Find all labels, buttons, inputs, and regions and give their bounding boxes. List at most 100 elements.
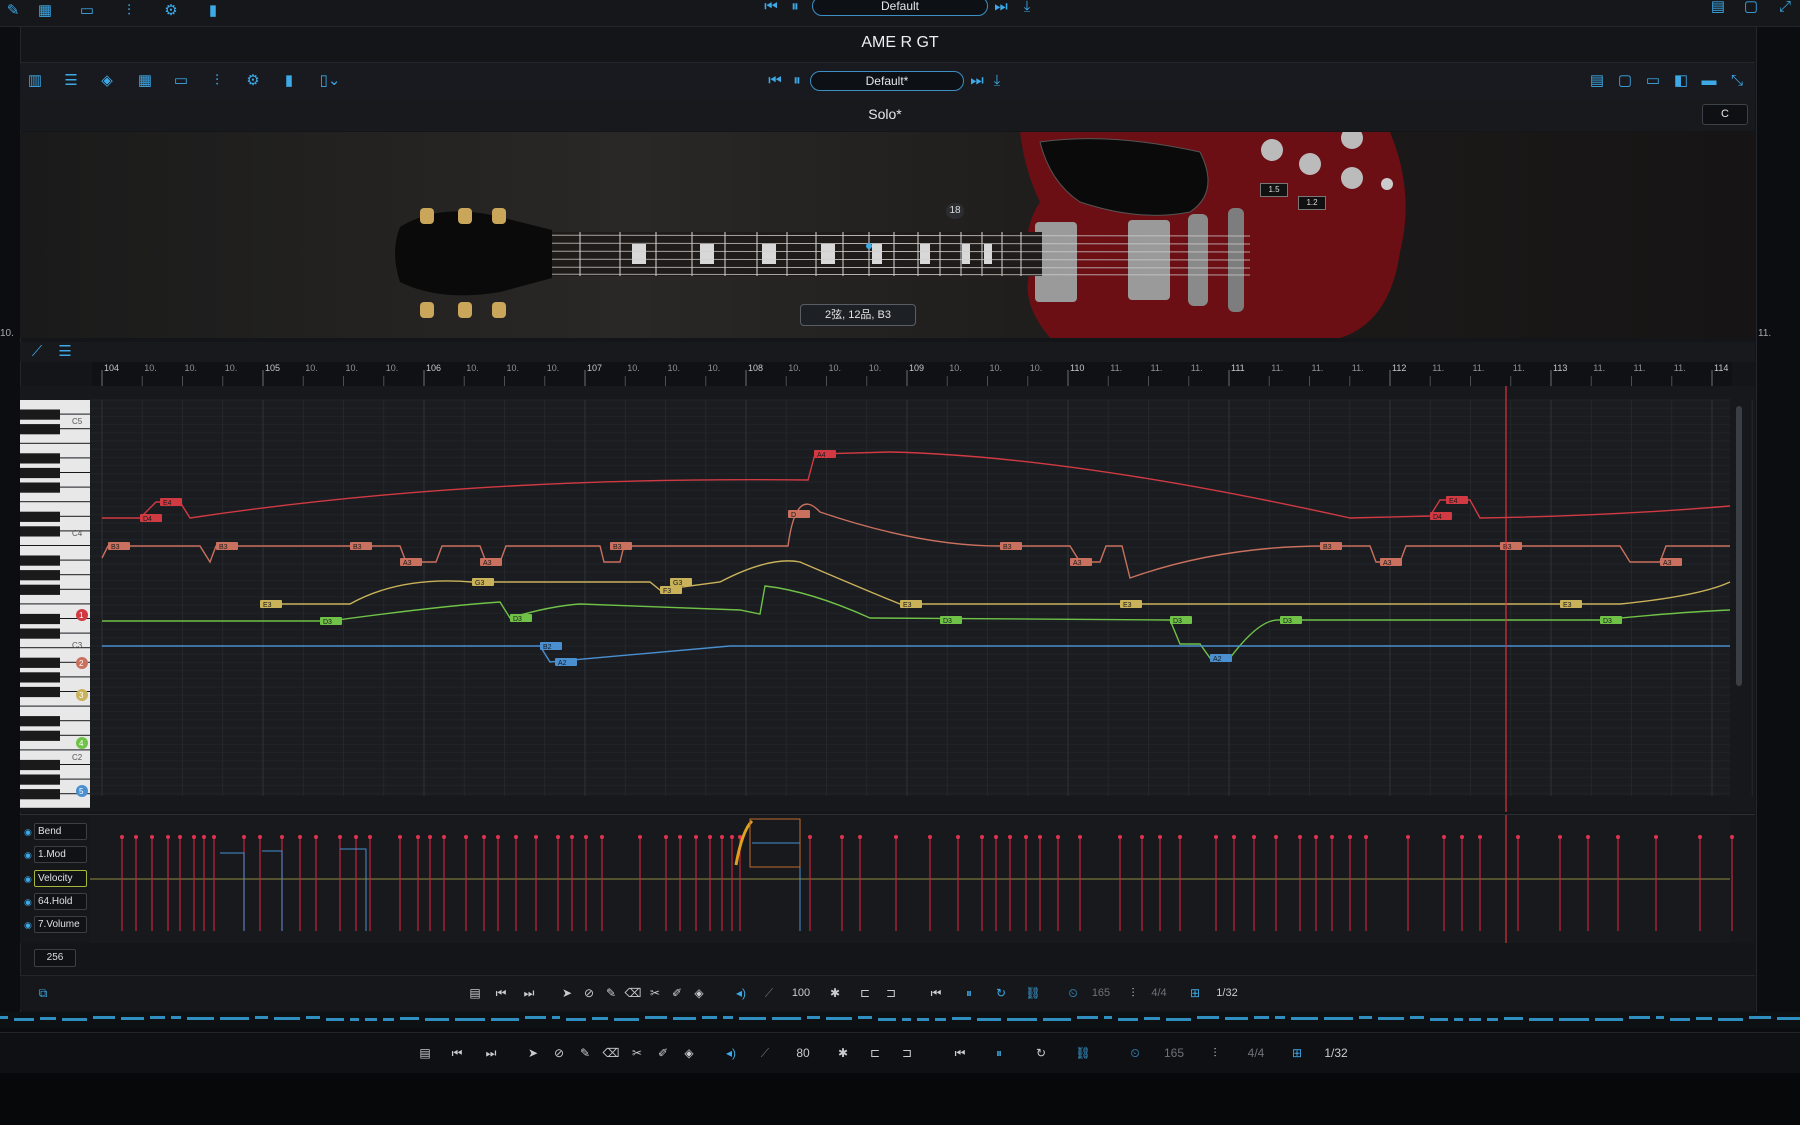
eraser-tool-icon[interactable]: ⌫ [624,983,642,1003]
host-meter-value[interactable]: 4/4 [1242,1043,1270,1063]
window-square-icon[interactable]: ▢ [1740,0,1762,18]
loop-icon[interactable]: ↻ [1032,1043,1050,1063]
host-track-overview[interactable] [0,1012,1800,1028]
patch-name[interactable]: Solo* [0,106,1770,122]
key-selector[interactable]: C [1702,104,1748,125]
align-left-icon[interactable]: ⊏ [856,983,874,1003]
doc-icon[interactable]: ▤ [414,1043,436,1063]
plugin-preset-selector[interactable]: Default* [810,71,964,91]
pause-icon[interactable]: ⏸ [784,0,806,18]
timeline-ruler[interactable]: 104 10. 10. 10. 105 10. 10. 10. 106 10. 10. 10. 107 1… [92,362,1800,386]
grid-snap-icon[interactable]: ⊞ [1186,983,1204,1003]
cc-lane-volume[interactable]: 7.Volume [34,916,87,933]
link-icon[interactable]: ⛓ [1074,1043,1092,1063]
next-preset-icon[interactable]: ⏭ [990,0,1012,18]
next-icon[interactable]: ⏭ [482,1043,500,1063]
note-grid[interactable]: D4 E4 A4 D4 E4 B3 B3 B3 A3 A3 B3 B3 A3 B3 A3 B3 A3 D G3 E3 G… [20,386,1793,812]
mute-tool-icon[interactable]: ⊘ [550,1043,568,1063]
rewind-icon[interactable]: ⏮ [926,983,946,1003]
eye-icon[interactable]: ◉ [24,921,32,930]
pause-icon[interactable]: ⏸ [786,70,808,92]
prev-preset-icon[interactable]: ⏮ [760,0,782,18]
metronome-icon[interactable]: ⏲ [1126,1043,1144,1063]
play-pause-icon[interactable]: ⏸ [960,983,978,1003]
piano-roll-icon[interactable]: ▥ [24,70,46,92]
velocity-pen-icon[interactable]: ⟋ [756,1043,774,1063]
scissors-tool-icon[interactable]: ✂ [646,983,664,1003]
pick-icon[interactable]: ◈ [96,70,118,92]
bars-dropdown-icon[interactable]: ▯⌄ [314,70,346,92]
align-left-icon[interactable]: ⊏ [866,1043,884,1063]
pencil-tool-icon[interactable]: ✎ [602,983,620,1003]
gear-icon[interactable]: ⚙ [242,70,264,92]
window-icon[interactable]: ▭ [76,0,98,22]
brush-tool-icon[interactable]: ✐ [654,1043,672,1063]
layout-square-icon[interactable]: ▢ [1614,70,1636,92]
metronome-icon[interactable]: ⏲ [1064,983,1082,1003]
quantize-value[interactable]: 1/32 [1210,983,1244,1003]
brush-tool-icon[interactable]: ✐ [668,983,686,1003]
prev-icon[interactable]: ⏮ [492,983,510,1003]
pointer-tool-icon[interactable]: ➤ [524,1043,542,1063]
layout-left-icon[interactable]: ▤ [1586,70,1608,92]
tuner-icon[interactable]: ⫶ [1206,1043,1224,1063]
layout-icon[interactable]: ▤ [1707,0,1729,18]
pick-tool-icon[interactable]: ◈ [690,983,708,1003]
list-icon[interactable]: ☰ [54,341,76,363]
cc-lane-velocity[interactable]: Velocity [34,870,87,887]
eye-icon[interactable]: ◉ [24,875,32,884]
cc-lane-bend[interactable]: Bend [34,823,87,840]
prev-icon[interactable]: ⏮ [448,1043,466,1063]
piano-keys[interactable]: C5 C4 C3 C2 1 2 3 4 5 [20,400,90,810]
host-velocity-value[interactable]: 80 [788,1043,818,1063]
speaker-icon[interactable]: ◂) [722,1043,740,1063]
cc-lane-mod[interactable]: 1.Mod [34,846,87,863]
bars-icon[interactable]: ▮ [202,0,224,22]
controller-lanes[interactable] [20,814,1755,943]
bpm-value[interactable]: 165 [1084,983,1118,1003]
grid-snap-icon[interactable]: ⊞ [1288,1043,1306,1063]
scissors-tool-icon[interactable]: ✂ [628,1043,646,1063]
mute-tool-icon[interactable]: ⊘ [580,983,598,1003]
align-right-icon[interactable]: ⊐ [898,1043,916,1063]
save-icon[interactable]: ⤓ [1016,0,1038,18]
link-icon[interactable]: ⧉ [34,983,52,1003]
pencil-tool-icon[interactable]: ✎ [576,1043,594,1063]
eraser-tool-icon[interactable]: ⌫ [602,1043,620,1063]
mixer-icon[interactable]: ⫶ [206,70,228,92]
rewind-icon[interactable]: ⏮ [950,1043,970,1063]
eye-icon[interactable]: ◉ [24,851,32,860]
host-preset-selector[interactable]: Default [812,0,988,16]
window-icon[interactable]: ▭ [170,70,192,92]
pin-icon[interactable]: ✱ [826,983,844,1003]
eye-icon[interactable]: ◉ [24,828,32,837]
loop-icon[interactable]: ↻ [992,983,1010,1003]
doc-icon[interactable]: ▤ [464,983,486,1003]
layout-top-icon[interactable]: ▭ [1642,70,1664,92]
speaker-icon[interactable]: ◂) [732,983,750,1003]
pencil-icon[interactable]: ✎ [2,0,24,22]
next-icon[interactable]: ⏭ [520,983,538,1003]
cc-graph[interactable] [20,815,1755,943]
expand-icon[interactable]: ⤢ [1774,0,1796,18]
velocity-value[interactable]: 100 [786,983,816,1003]
pointer-tool-icon[interactable]: ➤ [558,983,576,1003]
grid-icon[interactable]: ▦ [34,0,56,22]
save-icon[interactable]: ⤓ [986,70,1008,92]
host-quantize-value[interactable]: 1/32 [1318,1043,1354,1063]
prev-preset-icon[interactable]: ⏮ [764,70,786,92]
piano-roll[interactable]: D4 E4 A4 D4 E4 B3 B3 B3 A3 A3 B3 B3 A3 B3 A3 B3 A3 D G3 E3 G… [20,386,1793,812]
eye-icon[interactable]: ◉ [24,898,32,907]
cc-lane-hold[interactable]: 64.Hold [34,893,87,910]
layout-bottom-icon[interactable]: ▬ [1698,70,1720,92]
gear-icon[interactable]: ⚙ [160,0,182,22]
zoom-value[interactable]: 256 [34,949,76,967]
collapse-icon[interactable]: ⤡ [1726,70,1748,92]
play-pause-icon[interactable]: ⏸ [990,1043,1008,1063]
host-bpm-value[interactable]: 165 [1156,1043,1192,1063]
next-preset-icon[interactable]: ⏭ [966,70,988,92]
pin-icon[interactable]: ✱ [834,1043,852,1063]
meter-icon[interactable]: ▮ [278,70,300,92]
layout-side-icon[interactable]: ◧ [1670,70,1692,92]
piano-keyboard[interactable]: C5 C4 C3 C2 1 2 3 4 5 [20,400,90,810]
